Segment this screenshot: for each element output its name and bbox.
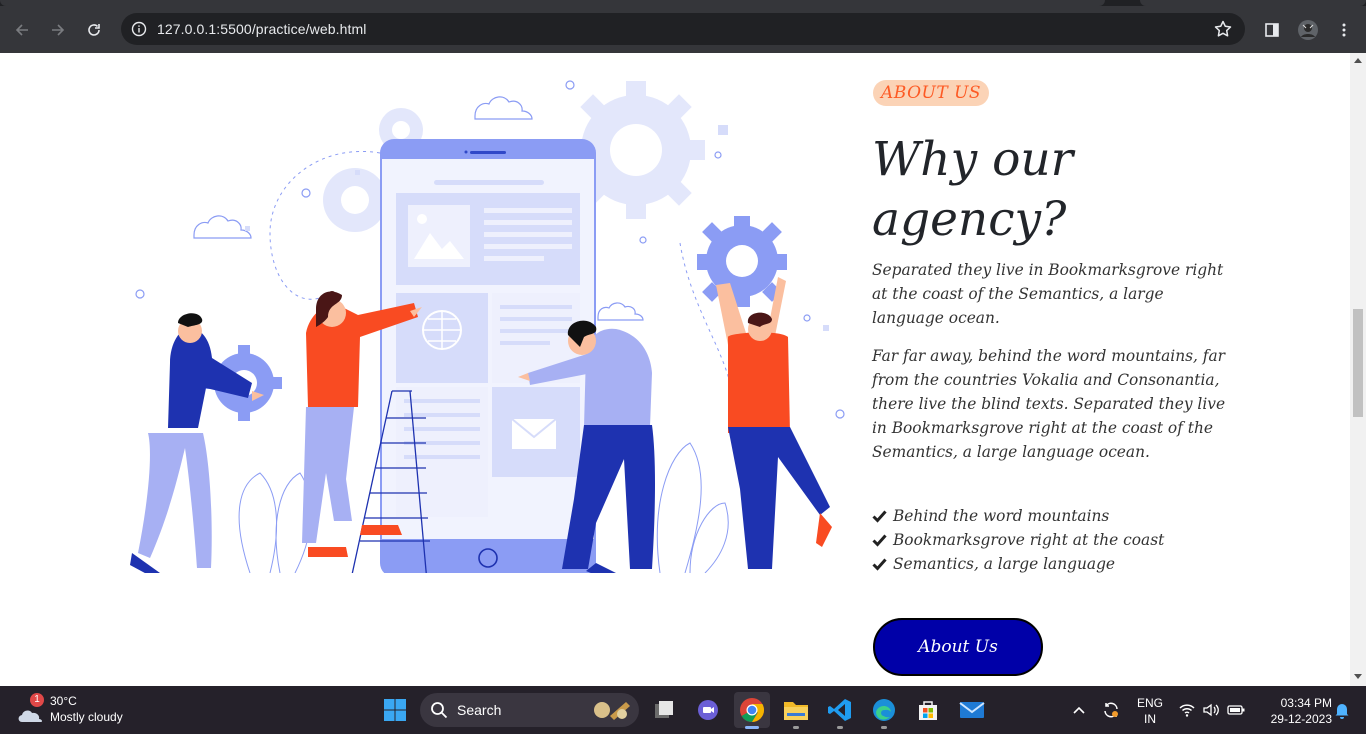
cloud-icon <box>193 215 252 239</box>
scroll-down-arrow-icon[interactable] <box>1354 674 1362 679</box>
about-us-button[interactable]: About Us <box>873 618 1043 676</box>
side-panel-icon <box>1265 23 1279 37</box>
windows-taskbar: 1 30°C Mostly cloudy Search ENG IN 03:34… <box>0 686 1366 734</box>
video-chat-icon <box>698 700 718 720</box>
taskbar-app-teams[interactable] <box>690 692 726 728</box>
intro-paragraph: Separated they live in Bookmarksgrove ri… <box>872 261 1224 327</box>
page-scrollbar[interactable] <box>1350 53 1366 686</box>
list-item-text: Bookmarksgrove right at the coast <box>893 531 1165 549</box>
store-icon <box>919 701 937 720</box>
mail-icon <box>959 702 985 718</box>
notification-badge: 1 <box>30 693 44 707</box>
browser-menu-button[interactable] <box>1330 16 1358 44</box>
phone-illustration <box>380 139 596 573</box>
browser-toolbar: 127.0.0.1:5500/practice/web.html <box>0 6 1366 53</box>
address-bar[interactable]: 127.0.0.1:5500/practice/web.html <box>121 13 1245 45</box>
clock-button[interactable]: 03:34 PM 29-12-2023 <box>1256 694 1332 726</box>
about-us-badge: ABOUT US <box>873 80 990 106</box>
active-app-indicator <box>745 726 759 729</box>
scroll-up-arrow-icon[interactable] <box>1354 58 1362 63</box>
chrome-icon <box>740 698 764 722</box>
taskbar-app-mail[interactable] <box>954 692 990 728</box>
body-paragraph: Far far away, behind the word mountains,… <box>872 347 1226 461</box>
site-info-icon[interactable] <box>129 19 149 39</box>
weather-description: Mostly cloudy <box>50 710 123 724</box>
notifications-button[interactable] <box>1330 692 1354 728</box>
running-app-indicator <box>793 726 799 729</box>
input-language-indicator[interactable]: ENG IN <box>1134 694 1166 726</box>
list-item-text: Semantics, a large language <box>893 555 1116 573</box>
avatar-icon <box>1298 20 1318 40</box>
vscode-icon <box>828 699 851 721</box>
task-view-button[interactable] <box>646 692 682 728</box>
list-item: Semantics, a large language <box>872 552 1164 576</box>
page-viewport: ABOUT US Why our agency? Separated they … <box>0 53 1350 686</box>
taskbar-app-explorer[interactable] <box>778 692 814 729</box>
clock-date: 29-12-2023 <box>1270 712 1332 726</box>
running-app-indicator <box>881 726 887 729</box>
battery-icon <box>1227 705 1245 715</box>
reload-button[interactable] <box>80 16 108 44</box>
taskbar-app-vscode[interactable] <box>822 692 858 729</box>
side-panel-button[interactable] <box>1258 16 1286 44</box>
list-item: Behind the word mountains <box>872 504 1164 528</box>
running-app-indicator <box>837 726 843 729</box>
forward-button[interactable] <box>44 16 72 44</box>
quick-settings-button[interactable] <box>1176 698 1248 722</box>
check-icon <box>872 552 887 576</box>
sync-status-button[interactable] <box>1096 692 1126 728</box>
clock-time: 03:34 PM <box>1280 696 1332 710</box>
taskbar-search[interactable]: Search <box>420 693 639 727</box>
task-view-icon <box>655 701 673 718</box>
back-button[interactable] <box>8 16 36 44</box>
search-label: Search <box>457 702 502 718</box>
folder-icon <box>784 702 808 720</box>
bell-icon <box>1335 704 1349 719</box>
forward-arrow-icon <box>52 24 65 36</box>
cloud-icon <box>474 96 533 120</box>
chevron-up-icon <box>1073 706 1085 714</box>
more-vert-icon <box>1342 23 1346 37</box>
list-item: Bookmarksgrove right at the coast <box>872 528 1164 552</box>
back-arrow-icon <box>15 24 28 36</box>
profile-avatar[interactable] <box>1294 16 1322 44</box>
reload-icon <box>88 24 100 36</box>
taskbar-app-edge[interactable] <box>866 692 902 729</box>
start-button[interactable] <box>377 692 413 728</box>
weather-widget[interactable]: 1 30°C Mostly cloudy <box>12 692 152 728</box>
language-code: ENG <box>1136 696 1163 710</box>
scroll-thumb[interactable] <box>1353 309 1363 417</box>
url-text[interactable]: 127.0.0.1:5500/practice/web.html <box>157 21 366 37</box>
bookmark-star-icon[interactable] <box>1213 19 1233 39</box>
search-highlight-icon <box>594 702 630 720</box>
windows-start-icon <box>384 699 406 721</box>
cloud-icon <box>597 302 644 321</box>
taskbar-app-chrome[interactable] <box>734 692 770 729</box>
list-item-text: Behind the word mountains <box>893 507 1110 525</box>
check-icon <box>872 528 887 552</box>
person-man-gear-up <box>697 216 832 569</box>
taskbar-app-store[interactable] <box>910 692 946 728</box>
region-code: IN <box>1144 712 1156 726</box>
agency-illustration <box>130 80 845 573</box>
person-left-holding-gear <box>130 313 282 573</box>
volume-icon <box>1203 703 1219 717</box>
cloud-sun-icon <box>18 710 43 722</box>
feature-checklist: Behind the word mountains Bookmarksgrove… <box>872 504 1164 576</box>
show-hidden-icons-button[interactable] <box>1063 692 1095 728</box>
check-icon <box>872 504 887 528</box>
weather-temperature: 30°C <box>50 694 77 708</box>
edge-icon <box>873 699 895 721</box>
page-title: Why our agency? <box>872 132 1074 247</box>
search-icon <box>431 702 448 719</box>
sync-icon <box>1104 702 1118 718</box>
wifi-icon <box>1179 704 1195 717</box>
